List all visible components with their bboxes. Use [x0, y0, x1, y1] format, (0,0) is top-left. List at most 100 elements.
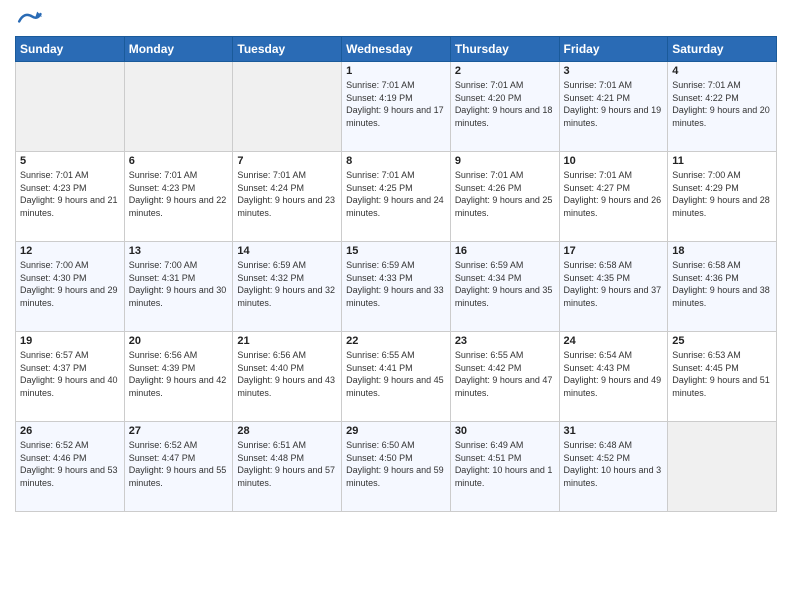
calendar-week-2: 5 Sunrise: 7:01 AM Sunset: 4:23 PM Daylig… — [16, 152, 777, 242]
day-info: Sunrise: 6:58 AM Sunset: 4:35 PM Dayligh… — [564, 259, 664, 309]
calendar-cell — [124, 62, 233, 152]
calendar-cell: 10 Sunrise: 7:01 AM Sunset: 4:27 PM Dayli… — [559, 152, 668, 242]
day-info: Sunrise: 6:49 AM Sunset: 4:51 PM Dayligh… — [455, 439, 555, 489]
day-number: 27 — [129, 425, 229, 437]
day-info: Sunrise: 6:55 AM Sunset: 4:41 PM Dayligh… — [346, 349, 446, 399]
day-number: 10 — [564, 155, 664, 167]
day-number: 16 — [455, 245, 555, 257]
day-info: Sunrise: 7:01 AM Sunset: 4:22 PM Dayligh… — [672, 79, 772, 129]
page: SundayMondayTuesdayWednesdayThursdayFrid… — [0, 0, 792, 612]
day-info: Sunrise: 7:01 AM Sunset: 4:23 PM Dayligh… — [129, 169, 229, 219]
day-info: Sunrise: 6:57 AM Sunset: 4:37 PM Dayligh… — [20, 349, 120, 399]
day-number: 26 — [20, 425, 120, 437]
day-info: Sunrise: 7:00 AM Sunset: 4:30 PM Dayligh… — [20, 259, 120, 309]
day-number: 29 — [346, 425, 446, 437]
calendar: SundayMondayTuesdayWednesdayThursdayFrid… — [15, 36, 777, 512]
day-info: Sunrise: 6:56 AM Sunset: 4:40 PM Dayligh… — [237, 349, 337, 399]
calendar-cell: 14 Sunrise: 6:59 AM Sunset: 4:32 PM Dayli… — [233, 242, 342, 332]
logo-icon — [15, 10, 43, 28]
day-info: Sunrise: 7:01 AM Sunset: 4:24 PM Dayligh… — [237, 169, 337, 219]
calendar-cell: 16Sunrise: 6:59 AM Sunset: 4:34 PM Dayli… — [450, 242, 559, 332]
day-info: Sunrise: 6:52 AM Sunset: 4:47 PM Dayligh… — [129, 439, 229, 489]
day-number: 4 — [672, 65, 772, 77]
calendar-cell: 25 Sunrise: 6:53 AM Sunset: 4:45 PM Dayli… — [668, 332, 777, 422]
calendar-cell: 18 Sunrise: 6:58 AM Sunset: 4:36 PM Dayli… — [668, 242, 777, 332]
calendar-cell: 9Sunrise: 7:01 AM Sunset: 4:26 PM Daylig… — [450, 152, 559, 242]
calendar-cell: 24 Sunrise: 6:54 AM Sunset: 4:43 PM Dayli… — [559, 332, 668, 422]
calendar-cell: 30Sunrise: 6:49 AM Sunset: 4:51 PM Dayli… — [450, 422, 559, 512]
col-header-friday: Friday — [559, 37, 668, 62]
calendar-cell: 21 Sunrise: 6:56 AM Sunset: 4:40 PM Dayli… — [233, 332, 342, 422]
day-number: 9 — [455, 155, 555, 167]
day-info: Sunrise: 7:01 AM Sunset: 4:19 PM Dayligh… — [346, 79, 446, 129]
day-number: 8 — [346, 155, 446, 167]
day-number: 5 — [20, 155, 120, 167]
day-number: 18 — [672, 245, 772, 257]
day-number: 6 — [129, 155, 229, 167]
col-header-tuesday: Tuesday — [233, 37, 342, 62]
calendar-cell: 23 Sunrise: 6:55 AM Sunset: 4:42 PM Dayli… — [450, 332, 559, 422]
col-header-wednesday: Wednesday — [342, 37, 451, 62]
day-number: 31 — [564, 425, 664, 437]
day-number: 12 — [20, 245, 120, 257]
calendar-cell: 15 Sunrise: 6:59 AM Sunset: 4:33 PM Dayli… — [342, 242, 451, 332]
col-header-saturday: Saturday — [668, 37, 777, 62]
day-number: 23 — [455, 335, 555, 347]
calendar-cell — [233, 62, 342, 152]
calendar-cell: 4 Sunrise: 7:01 AM Sunset: 4:22 PM Daylig… — [668, 62, 777, 152]
calendar-cell: 22 Sunrise: 6:55 AM Sunset: 4:41 PM Dayli… — [342, 332, 451, 422]
calendar-cell: 5Sunrise: 7:01 AM Sunset: 4:23 PM Daylig… — [16, 152, 125, 242]
day-info: Sunrise: 6:55 AM Sunset: 4:42 PM Dayligh… — [455, 349, 555, 399]
calendar-cell: 2Sunrise: 7:01 AM Sunset: 4:20 PM Daylig… — [450, 62, 559, 152]
day-number: 13 — [129, 245, 229, 257]
day-number: 21 — [237, 335, 337, 347]
day-info: Sunrise: 6:59 AM Sunset: 4:33 PM Dayligh… — [346, 259, 446, 309]
calendar-header-row: SundayMondayTuesdayWednesdayThursdayFrid… — [16, 37, 777, 62]
calendar-week-5: 26 Sunrise: 6:52 AM Sunset: 4:46 PM Dayli… — [16, 422, 777, 512]
day-number: 1 — [346, 65, 446, 77]
day-info: Sunrise: 6:48 AM Sunset: 4:52 PM Dayligh… — [564, 439, 664, 489]
day-info: Sunrise: 6:54 AM Sunset: 4:43 PM Dayligh… — [564, 349, 664, 399]
day-number: 15 — [346, 245, 446, 257]
day-info: Sunrise: 6:58 AM Sunset: 4:36 PM Dayligh… — [672, 259, 772, 309]
calendar-week-1: 1 Sunrise: 7:01 AM Sunset: 4:19 PM Daylig… — [16, 62, 777, 152]
day-number: 2 — [455, 65, 555, 77]
calendar-cell: 27 Sunrise: 6:52 AM Sunset: 4:47 PM Dayli… — [124, 422, 233, 512]
calendar-cell — [668, 422, 777, 512]
col-header-monday: Monday — [124, 37, 233, 62]
day-number: 14 — [237, 245, 337, 257]
calendar-cell: 11Sunrise: 7:00 AM Sunset: 4:29 PM Dayli… — [668, 152, 777, 242]
col-header-thursday: Thursday — [450, 37, 559, 62]
day-number: 20 — [129, 335, 229, 347]
day-number: 22 — [346, 335, 446, 347]
calendar-week-3: 12 Sunrise: 7:00 AM Sunset: 4:30 PM Dayli… — [16, 242, 777, 332]
calendar-cell — [16, 62, 125, 152]
calendar-cell: 20 Sunrise: 6:56 AM Sunset: 4:39 PM Dayli… — [124, 332, 233, 422]
col-header-sunday: Sunday — [16, 37, 125, 62]
day-info: Sunrise: 6:51 AM Sunset: 4:48 PM Dayligh… — [237, 439, 337, 489]
header — [15, 10, 777, 28]
day-info: Sunrise: 6:52 AM Sunset: 4:46 PM Dayligh… — [20, 439, 120, 489]
calendar-cell: 3Sunrise: 7:01 AM Sunset: 4:21 PM Daylig… — [559, 62, 668, 152]
day-info: Sunrise: 6:56 AM Sunset: 4:39 PM Dayligh… — [129, 349, 229, 399]
calendar-cell: 31 Sunrise: 6:48 AM Sunset: 4:52 PM Dayli… — [559, 422, 668, 512]
day-info: Sunrise: 7:01 AM Sunset: 4:27 PM Dayligh… — [564, 169, 664, 219]
day-number: 17 — [564, 245, 664, 257]
day-info: Sunrise: 7:00 AM Sunset: 4:31 PM Dayligh… — [129, 259, 229, 309]
calendar-cell: 17 Sunrise: 6:58 AM Sunset: 4:35 PM Dayli… — [559, 242, 668, 332]
day-info: Sunrise: 6:59 AM Sunset: 4:32 PM Dayligh… — [237, 259, 337, 309]
day-number: 3 — [564, 65, 664, 77]
calendar-cell: 26 Sunrise: 6:52 AM Sunset: 4:46 PM Dayli… — [16, 422, 125, 512]
calendar-cell: 28Sunrise: 6:51 AM Sunset: 4:48 PM Dayli… — [233, 422, 342, 512]
calendar-cell: 8 Sunrise: 7:01 AM Sunset: 4:25 PM Daylig… — [342, 152, 451, 242]
calendar-cell: 29 Sunrise: 6:50 AM Sunset: 4:50 PM Dayli… — [342, 422, 451, 512]
calendar-week-4: 19Sunrise: 6:57 AM Sunset: 4:37 PM Dayli… — [16, 332, 777, 422]
day-number: 25 — [672, 335, 772, 347]
calendar-cell: 6 Sunrise: 7:01 AM Sunset: 4:23 PM Daylig… — [124, 152, 233, 242]
day-info: Sunrise: 7:01 AM Sunset: 4:25 PM Dayligh… — [346, 169, 446, 219]
day-number: 24 — [564, 335, 664, 347]
day-info: Sunrise: 7:00 AM Sunset: 4:29 PM Dayligh… — [672, 169, 772, 219]
day-info: Sunrise: 6:50 AM Sunset: 4:50 PM Dayligh… — [346, 439, 446, 489]
day-info: Sunrise: 6:53 AM Sunset: 4:45 PM Dayligh… — [672, 349, 772, 399]
calendar-cell: 7Sunrise: 7:01 AM Sunset: 4:24 PM Daylig… — [233, 152, 342, 242]
